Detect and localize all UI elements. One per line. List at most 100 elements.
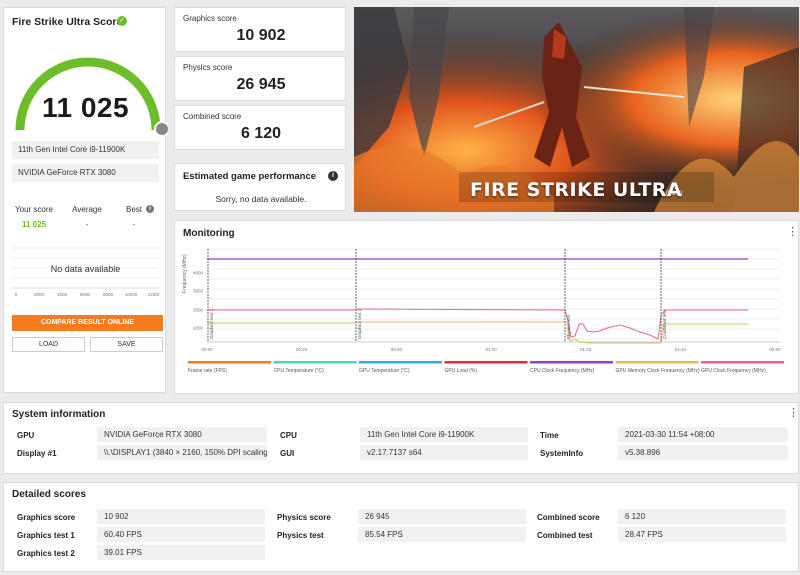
legend-label[interactable]: GPU Temperature (°C) [359, 368, 410, 374]
y-tick-label: 4000 [193, 271, 204, 276]
graphics-test2-label: Graphics test 2 [17, 549, 75, 558]
sysinfo-menu-icon[interactable]: ⋮ [788, 408, 799, 419]
legend-swatch[interactable] [444, 361, 528, 364]
legend-label[interactable]: Frame rate (FPS) [188, 368, 227, 374]
physics-test-value: 85.54 FPS [358, 527, 526, 542]
mini-axis-tick: 12000 [148, 292, 159, 297]
banner-title: FIRE STRIKE ULTRA [470, 179, 683, 201]
systeminfo-label: SystemInfo [540, 449, 584, 458]
system-information-title: System information [12, 409, 106, 420]
y-axis-label: Frequency (MHz) [182, 254, 188, 293]
legend-label[interactable]: GPU Load (%) [445, 368, 478, 374]
gpu-label: GPU [17, 431, 35, 440]
average-label: Average [72, 205, 102, 214]
combined-score-card: Combined score 6 120 [174, 105, 346, 150]
monitoring-panel: Monitoring ⋮ Frequency (MHz) 1000 2000 300… [174, 220, 799, 394]
mini-axis-tick: 6000 [80, 292, 91, 297]
systeminfo-value: v5.38.896 [618, 445, 788, 460]
y-tick-label: 2000 [193, 308, 204, 313]
combined-score-label: Combined score [183, 112, 242, 121]
save-button[interactable]: SAVE [90, 337, 163, 352]
legend-swatch[interactable] [530, 361, 613, 364]
score-title: Fire Strike Ultra Score [12, 16, 123, 28]
mini-axis-tick: 4000 [57, 292, 68, 297]
system-information-panel: System information ⋮ GPU NVIDIA GeForce … [3, 402, 799, 474]
overall-score: 11 025 [41, 92, 130, 123]
combined-score-row-value: 6 120 [618, 509, 786, 524]
physics-score-label: Physics score [183, 63, 233, 72]
graphics-score-label: Graphics score [183, 14, 237, 23]
legend-swatch[interactable] [188, 361, 271, 364]
gauge-knob [154, 121, 168, 137]
x-tick-label: 01:00 [485, 347, 497, 352]
physics-score-value: 26 945 [236, 76, 286, 93]
mini-axis-tick: 8000 [103, 292, 114, 297]
legend-label[interactable]: GPU Clock Frequency (MHz) [701, 368, 766, 374]
gui-value: v2.17.7137 s64 [360, 445, 528, 460]
display-value: \\.\DISPLAY1 (3840 × 2160, 150% DPI scal… [97, 445, 267, 460]
physics-score-card: Physics score 26 945 [174, 56, 346, 101]
legend-label[interactable]: CPU Clock Frequency (MHz) [530, 368, 595, 374]
estimated-game-performance-card: Estimated game performance i Sorry, no d… [174, 163, 346, 211]
legend-swatch[interactable] [701, 361, 784, 364]
x-tick-label: 00:20 [296, 347, 308, 352]
gui-label: GUI [280, 449, 295, 458]
y-tick-label: 1000 [193, 326, 204, 331]
cpu-spec: 11th Gen Intel Core i9-11900K [12, 141, 159, 159]
x-tick-label: 00:40 [391, 347, 403, 352]
x-tick-label: 01:40 [675, 347, 687, 352]
x-tick-label: 01:20 [580, 347, 592, 352]
detailed-scores-title: Detailed scores [12, 489, 86, 500]
combined-test-label: Combined test [537, 531, 593, 540]
estimated-performance-title: Estimated game performance [183, 171, 317, 182]
load-button[interactable]: LOAD [12, 337, 85, 352]
estimated-performance-message: Sorry, no data available. [215, 194, 307, 204]
time-label: Time [540, 431, 559, 440]
your-score-value: 11 025 [21, 220, 47, 229]
legend-swatch[interactable] [359, 361, 442, 364]
x-tick-label: 00:00 [201, 347, 213, 352]
graphics-test1-label: Graphics test 1 [17, 531, 75, 540]
combined-score-value: 6 120 [240, 125, 282, 142]
best-info-icon[interactable]: i [146, 205, 154, 213]
legend-label[interactable]: CPU Temperature (°C) [274, 368, 325, 374]
score-panel: Fire Strike Ultra Score ✓ 11 025 11th Ge… [3, 7, 168, 393]
gpu-value: NVIDIA GeForce RTX 3080 [97, 427, 267, 442]
x-tick-label: 02:00 [769, 347, 781, 352]
time-value: 2021-03-30 11:54 +08:00 [618, 427, 788, 442]
average-value: - [85, 220, 89, 229]
physics-score-row-value: 26 945 [358, 509, 526, 524]
cpu-label: CPU [280, 431, 297, 440]
gpu-spec: NVIDIA GeForce RTX 3080 [12, 164, 159, 182]
graphics-score-value: 10 902 [236, 27, 286, 44]
test-marker-label: Graphics test 2 [357, 308, 362, 339]
fire-strike-ultra-banner: FIRE STRIKE ULTRA (V1.1) [354, 7, 799, 212]
mini-axis-tick: 2000 [34, 292, 45, 297]
no-data-message: No data available [50, 264, 121, 274]
graphics-score-row-value: 10 902 [97, 509, 265, 524]
test-marker-label: Combined test [662, 309, 667, 339]
legend-label[interactable]: GPU Memory Clock Frequency (MHz) [616, 368, 701, 374]
verified-check-icon: ✓ [117, 16, 127, 26]
your-score-label: Your score [15, 205, 53, 214]
compare-result-online-button[interactable]: COMPARE RESULT ONLINE [12, 315, 163, 331]
mini-axis-tick: 10000 [125, 292, 138, 297]
y-tick-label: 3000 [193, 289, 204, 294]
combined-score-row-label: Combined score [537, 513, 600, 522]
legend-swatch[interactable] [615, 361, 699, 364]
physics-test-label: Physics test [277, 531, 324, 540]
test-marker-label: Physics test [566, 314, 571, 339]
monitoring-chart: Frequency (MHz) 1000 2000 3000 4000 00:00 00… [182, 248, 784, 374]
combined-test-value: 28.47 FPS [618, 527, 786, 542]
best-value: - [132, 220, 136, 229]
cpu-value: 11th Gen Intel Core i9-11900K [360, 427, 528, 442]
graphics-score-card: Graphics score 10 902 [174, 7, 346, 52]
legend-swatch[interactable] [273, 361, 357, 364]
graphics-test2-value: 39.01 FPS [97, 545, 265, 560]
graphics-score-row-label: Graphics score [17, 513, 76, 522]
detailed-scores-panel: Detailed scores Graphics score 10 902 Gr… [3, 482, 799, 572]
banner-version: (V1.1) [666, 191, 683, 197]
mini-axis-tick: 0 [15, 292, 18, 297]
info-icon[interactable]: i [328, 171, 338, 181]
display-label: Display #1 [17, 449, 57, 458]
